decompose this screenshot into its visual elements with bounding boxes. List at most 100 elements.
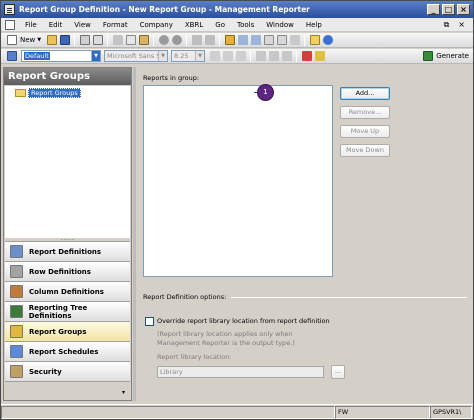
nav-row-definitions[interactable]: Row Definitions: [5, 261, 130, 281]
window-title: Report Group Definition - New Report Gro…: [19, 5, 310, 14]
report-definitions-icon: [10, 245, 23, 258]
generate-button[interactable]: Generate: [421, 51, 469, 61]
browse-button[interactable]: ...: [331, 365, 345, 379]
library-location-input[interactable]: Library: [157, 366, 324, 378]
chevron-down-icon[interactable]: ▼: [158, 51, 167, 61]
nav-label: Reporting Tree Definitions: [28, 303, 88, 320]
column-definitions-icon: [10, 285, 23, 298]
menu-go[interactable]: Go: [209, 21, 231, 29]
menu-file[interactable]: File: [19, 21, 43, 29]
insert-icon[interactable]: [263, 35, 274, 45]
fill-color-icon[interactable]: [314, 51, 325, 61]
toolbar-separator: [296, 50, 297, 62]
bold-icon[interactable]: [209, 51, 220, 61]
style-icon[interactable]: [6, 51, 17, 61]
align-right-icon[interactable]: [281, 51, 292, 61]
toolbar-separator: [74, 34, 76, 46]
save-icon[interactable]: [59, 35, 70, 45]
remove-button[interactable]: Remove...: [340, 106, 390, 119]
status-panel-main: [1, 406, 335, 419]
document-icon[interactable]: [5, 19, 15, 30]
lock-icon[interactable]: [224, 35, 235, 45]
undo-icon[interactable]: [158, 35, 169, 45]
paste-icon[interactable]: [138, 35, 149, 45]
mdi-restore-button[interactable]: ⧉: [444, 20, 450, 30]
app-icon: [4, 4, 15, 15]
open-folder-icon[interactable]: [46, 35, 57, 45]
align-center-icon[interactable]: [268, 51, 279, 61]
delete-icon[interactable]: [276, 35, 287, 45]
status-server: GPSVR1\: [430, 406, 472, 419]
standard-toolbar: New ▼: [1, 33, 473, 48]
font-size-combo[interactable]: 8.25 ▼: [171, 50, 205, 62]
status-bar: FW GPSVR1\: [1, 404, 473, 419]
nav-report-groups[interactable]: Report Groups: [5, 321, 130, 341]
nav-security[interactable]: Security: [5, 361, 130, 381]
menu-window[interactable]: Window: [260, 21, 300, 29]
help-icon[interactable]: [322, 35, 333, 45]
font-color-icon[interactable]: [301, 51, 312, 61]
override-location-label[interactable]: Override report library location from re…: [157, 317, 330, 325]
move-up-button[interactable]: Move Up: [340, 125, 390, 138]
redo-icon[interactable]: [171, 35, 182, 45]
maximize-button[interactable]: □: [442, 4, 455, 15]
toolbar-separator: [153, 34, 155, 46]
move-icon[interactable]: [289, 35, 300, 45]
override-location-checkbox[interactable]: [145, 317, 154, 326]
close-button[interactable]: ×: [457, 4, 470, 15]
print-preview-icon[interactable]: [92, 35, 103, 45]
generate-label: Generate: [436, 52, 469, 60]
tree-node-report-groups[interactable]: Report Groups: [15, 88, 81, 98]
nav-reporting-tree-definitions[interactable]: Reporting Tree Definitions: [5, 301, 130, 321]
mdi-close-button[interactable]: ×: [458, 20, 465, 30]
chevron-down-icon[interactable]: ▼: [37, 37, 41, 43]
nav-column-definitions[interactable]: Column Definitions: [5, 281, 130, 301]
nav-footer: ▾: [5, 381, 130, 400]
nav-label: Report Groups: [29, 327, 87, 336]
navigation-pane: Report Groups Report Groups ········· Re…: [3, 67, 132, 401]
underline-icon[interactable]: [235, 51, 246, 61]
italic-icon[interactable]: [222, 51, 233, 61]
reports-in-group-list[interactable]: [143, 85, 333, 277]
replace-icon[interactable]: [204, 35, 215, 45]
menu-help[interactable]: Help: [300, 21, 328, 29]
menu-tools[interactable]: Tools: [231, 21, 260, 29]
chevron-down-icon[interactable]: ▼: [195, 51, 204, 61]
align-left-icon[interactable]: [255, 51, 266, 61]
go-forward-icon[interactable]: [250, 35, 261, 45]
menu-bar: File Edit View Format Company XBRL Go To…: [1, 18, 473, 32]
application-window: Report Group Definition - New Report Gro…: [0, 0, 474, 420]
go-back-icon[interactable]: [237, 35, 248, 45]
format-toolbar: Default ▼ Microsoft Sans S ▼ 8.25 ▼ Gene…: [1, 49, 473, 64]
print-icon[interactable]: [79, 35, 90, 45]
nav-label: Report Schedules: [29, 347, 99, 356]
copy-icon[interactable]: [125, 35, 136, 45]
cut-icon[interactable]: [112, 35, 123, 45]
menu-edit[interactable]: Edit: [43, 21, 69, 29]
vertical-splitter[interactable]: [133, 67, 136, 401]
nav-label: Report Definitions: [29, 247, 102, 256]
find-icon[interactable]: [191, 35, 202, 45]
nav-report-schedules[interactable]: Report Schedules: [5, 341, 130, 361]
menu-view[interactable]: View: [68, 21, 97, 29]
nav-report-definitions[interactable]: Report Definitions: [5, 241, 130, 261]
move-down-button[interactable]: Move Down: [340, 144, 390, 157]
menu-company[interactable]: Company: [134, 21, 179, 29]
report-groups-tree[interactable]: Report Groups: [5, 86, 130, 238]
new-button[interactable]: New ▼: [5, 35, 41, 45]
style-combo[interactable]: Default ▼: [21, 50, 101, 62]
nav-label: Security: [29, 367, 62, 376]
chevron-down-icon[interactable]: ▾: [122, 389, 125, 396]
title-bar[interactable]: Report Group Definition - New Report Gro…: [1, 1, 473, 18]
tree-node-label: Report Groups: [28, 88, 81, 98]
minimize-button[interactable]: _: [427, 4, 440, 15]
folder-icon: [15, 89, 26, 97]
row-definitions-icon: [10, 265, 23, 278]
chevron-down-icon[interactable]: ▼: [91, 51, 100, 61]
nav-label: Row Definitions: [29, 267, 91, 276]
wizard-icon[interactable]: [309, 35, 320, 45]
font-combo[interactable]: Microsoft Sans S ▼: [104, 50, 168, 62]
add-button[interactable]: Add...: [340, 87, 390, 100]
menu-xbrl[interactable]: XBRL: [179, 21, 209, 29]
menu-format[interactable]: Format: [97, 21, 134, 29]
